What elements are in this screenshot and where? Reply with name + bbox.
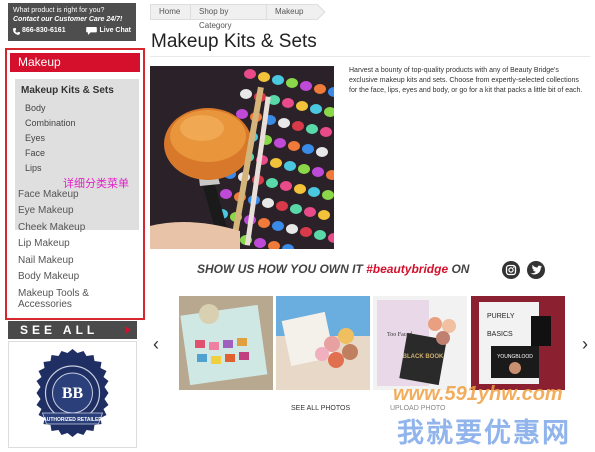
- category-face-makeup[interactable]: Face Makeup: [18, 189, 79, 200]
- svg-text:BASICS: BASICS: [487, 331, 513, 338]
- see-all-button[interactable]: SEE ALL: [8, 321, 137, 339]
- svg-text:PURELY: PURELY: [487, 313, 515, 320]
- title-divider: [150, 56, 590, 57]
- hashtag-link[interactable]: #beautybridge: [366, 262, 448, 276]
- category-nail-makeup[interactable]: Nail Makeup: [18, 255, 74, 266]
- gallery-prev-arrow[interactable]: ‹: [153, 334, 159, 355]
- category-description: Harvest a bounty of top-quality products…: [349, 67, 583, 94]
- live-chat-link[interactable]: Live Chat: [86, 26, 131, 36]
- page-title: Makeup Kits & Sets: [151, 31, 317, 52]
- category-cheek-makeup[interactable]: Cheek Makeup: [18, 222, 85, 233]
- seal-badge-graphic: BB AUTHORIZED RETAILER: [36, 349, 109, 437]
- svg-text:YOUNGBLOOD: YOUNGBLOOD: [497, 354, 533, 360]
- customer-care-link[interactable]: Contact our Customer Care 24/7!: [13, 15, 131, 24]
- subcategory-lips[interactable]: Lips: [25, 163, 42, 173]
- authenticity-seal: BB AUTHORIZED RETAILER: [8, 341, 137, 448]
- gallery-next-arrow[interactable]: ›: [582, 334, 588, 355]
- watermark-slogan: 我就要优惠网: [397, 418, 571, 448]
- sidebar-header-makeup[interactable]: Makeup: [10, 53, 140, 72]
- see-all-photos-link[interactable]: SEE ALL PHOTOS: [291, 405, 350, 412]
- svg-text:BLACK BOOK: BLACK BOOK: [403, 354, 444, 360]
- twitter-icon[interactable]: [527, 261, 545, 279]
- svg-text:BB: BB: [62, 385, 84, 402]
- breadcrumb-makeup[interactable]: Makeup: [266, 4, 318, 20]
- breadcrumb-home[interactable]: Home: [150, 4, 190, 20]
- customer-care-box: What product is right for you? Contact o…: [8, 3, 136, 41]
- subcategory-eyes[interactable]: Eyes: [25, 133, 45, 143]
- gallery-photo-3[interactable]: BLACK BOOK Too Faced: [373, 296, 467, 390]
- instagram-icon[interactable]: [502, 261, 520, 279]
- arrow-right-icon: [125, 326, 131, 334]
- svg-text:AUTHORIZED RETAILER: AUTHORIZED RETAILER: [43, 417, 102, 423]
- subcategory-combination[interactable]: Combination: [25, 118, 76, 128]
- category-sidebar: Makeup Makeup Kits & Sets Body Combinati…: [5, 48, 145, 320]
- watermark-url: www.591yhw.com: [393, 383, 563, 405]
- category-accessories[interactable]: Accessories: [18, 299, 72, 310]
- category-makeup-tools[interactable]: Makeup Tools &: [18, 288, 89, 299]
- subcategory-title[interactable]: Makeup Kits & Sets: [21, 85, 114, 96]
- gallery-photo-2[interactable]: [276, 296, 370, 390]
- phone-number[interactable]: 866-830-6161: [13, 26, 66, 36]
- breadcrumb-shop-by-category[interactable]: Shop by Category: [190, 4, 266, 30]
- category-eye-makeup[interactable]: Eye Makeup: [18, 205, 74, 216]
- social-callout: SHOW US HOW YOU OWN IT #beautybridge ON: [197, 262, 470, 276]
- product-question: What product is right for you?: [13, 7, 105, 14]
- category-lip-makeup[interactable]: Lip Makeup: [18, 238, 70, 249]
- phone-icon: [13, 27, 20, 35]
- svg-text:Too Faced: Too Faced: [387, 332, 412, 338]
- category-body-makeup[interactable]: Body Makeup: [18, 271, 79, 282]
- subcategory-face[interactable]: Face: [25, 148, 45, 158]
- chat-bubble-icon: [86, 27, 98, 35]
- hero-image-makeup-palette: [150, 66, 334, 249]
- gallery-photo-1[interactable]: [179, 296, 273, 390]
- gallery-photo-4[interactable]: PURELY BASICS YOUNGBLOOD: [471, 296, 565, 390]
- subcategory-body[interactable]: Body: [25, 103, 46, 113]
